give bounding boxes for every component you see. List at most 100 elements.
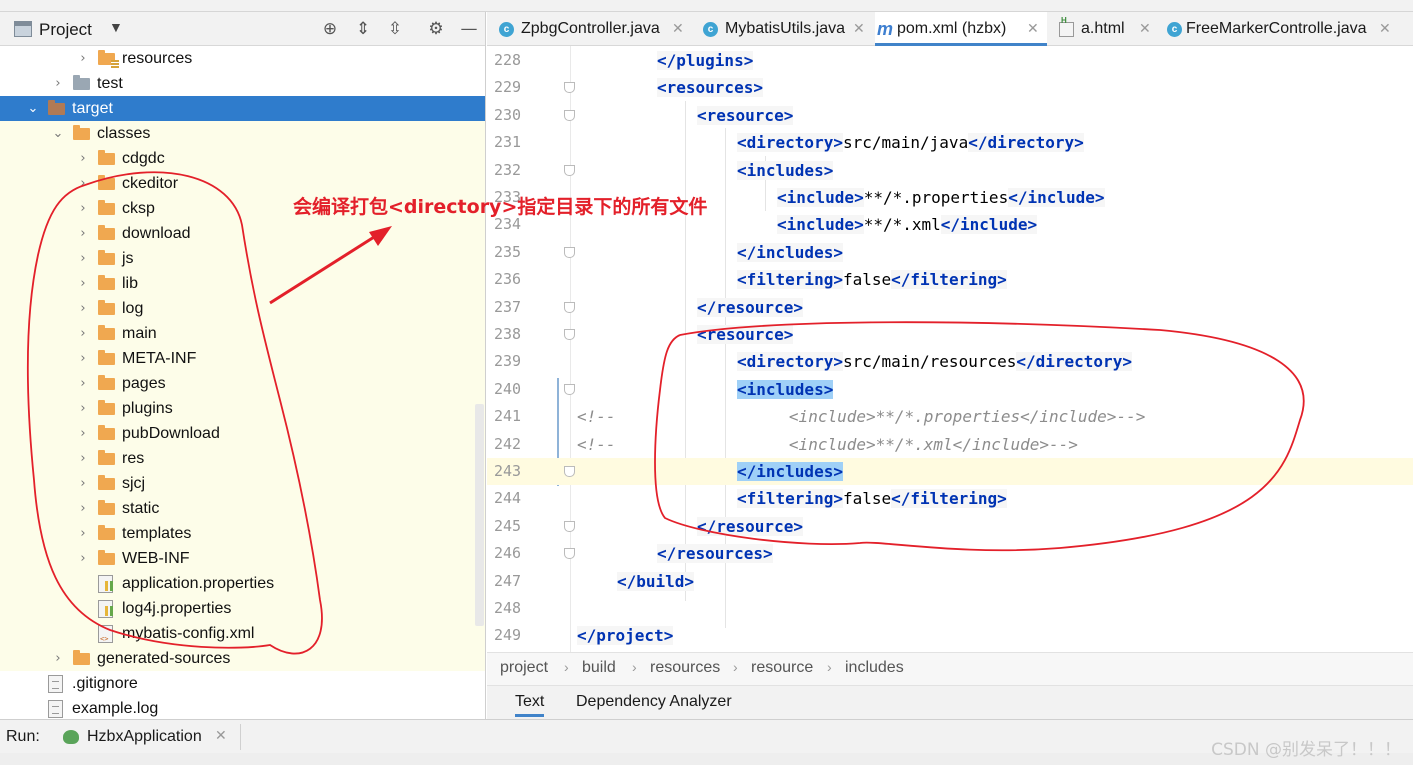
tree-item-gitignore[interactable]: .gitignore [0,671,485,696]
chevron-right-icon[interactable]: › [76,421,90,446]
chevron-right-icon[interactable]: › [76,46,90,71]
chevron-right-icon[interactable]: › [76,171,90,196]
breadcrumb-item[interactable]: resource [751,659,813,677]
tree-item-test[interactable]: › test [0,71,485,96]
code-line[interactable]: 243 </includes> [487,458,1413,485]
tab-dependency-analyzer[interactable]: Dependency Analyzer [576,693,732,711]
locate-icon[interactable]: ⊕ [319,18,341,40]
code-line[interactable]: 246 </resources> [487,540,1413,567]
tree-item-static[interactable]: › static [0,496,485,521]
code-line[interactable]: 239 <directory>src/main/resources</direct… [487,348,1413,375]
code-line[interactable]: 229 <resources> [487,74,1413,101]
tree-item-generated-sources[interactable]: › generated-sources [0,646,485,671]
code-line[interactable]: 238 <resource> [487,321,1413,348]
tab-freemarkercontroller[interactable]: c FreeMarkerControlle.java ✕ [1163,12,1399,46]
chevron-right-icon[interactable]: › [76,521,90,546]
tree-item-cdgdc[interactable]: › cdgdc [0,146,485,171]
close-icon[interactable]: ✕ [1027,12,1039,46]
code-line[interactable]: 231 <directory>src/main/java</directory> [487,129,1413,156]
fold-marker-icon[interactable] [564,82,575,94]
chevron-right-icon[interactable]: › [51,71,65,96]
tree-item-web-inf[interactable]: › WEB-INF [0,546,485,571]
run-tab-hzbxapplication[interactable]: HzbxApplication [87,728,202,746]
fold-marker-icon[interactable] [564,548,575,560]
fold-marker-icon[interactable] [564,466,575,477]
close-icon[interactable]: ✕ [1139,12,1151,46]
chevron-right-icon[interactable]: › [76,471,90,496]
breadcrumb-item[interactable]: includes [845,659,904,677]
tree-item-classes[interactable]: ⌄ classes [0,121,485,146]
chevron-right-icon[interactable]: › [76,146,90,171]
fold-marker-icon[interactable] [564,164,575,176]
chevron-right-icon[interactable]: › [76,371,90,396]
chevron-right-icon[interactable]: › [76,271,90,296]
chevron-down-icon[interactable]: ⌄ [51,121,65,146]
tab-zpbgcontroller[interactable]: c ZpbgController.java ✕ [495,12,695,46]
close-icon[interactable]: ✕ [215,728,227,744]
project-panel-title[interactable]: Project [39,20,92,40]
breadcrumb-item[interactable]: project [500,659,548,677]
fold-marker-icon[interactable] [564,329,575,340]
tree-scrollbar[interactable] [475,404,484,626]
tree-item-plugins[interactable]: › plugins [0,396,485,421]
fold-marker-icon[interactable] [564,301,575,313]
code-line[interactable]: 237 </resource> [487,294,1413,321]
chevron-right-icon[interactable]: › [76,546,90,571]
code-line[interactable]: 242 <!-- <include>**/*.xml</include>--> [487,431,1413,458]
fold-marker-icon[interactable] [564,109,575,121]
chevron-right-icon[interactable]: › [76,396,90,421]
tab-text[interactable]: Text [515,693,545,717]
close-icon[interactable]: ✕ [1379,12,1391,46]
chevron-right-icon[interactable]: › [76,346,90,371]
tree-item-pages[interactable]: › pages [0,371,485,396]
fold-marker-icon[interactable] [564,520,575,532]
code-line[interactable]: 228 </plugins> [487,47,1413,74]
chevron-down-icon[interactable]: ⌄ [26,96,40,121]
expand-all-icon[interactable]: ⇕ [352,18,374,40]
breadcrumb-item[interactable]: build [582,659,616,677]
code-line[interactable]: 247 </build> [487,568,1413,595]
tree-item-resources[interactable]: › resources [0,46,485,71]
tree-item-templates[interactable]: › templates [0,521,485,546]
tab-mybatisutils[interactable]: c MybatisUtils.java ✕ [699,12,869,46]
tree-item-res[interactable]: › res [0,446,485,471]
tree-item-application-properties[interactable]: application.properties [0,571,485,596]
breadcrumb-item[interactable]: resources [650,659,720,677]
code-line[interactable]: 236 <filtering>false</filtering> [487,266,1413,293]
chevron-down-icon[interactable]: ▼ [109,19,123,35]
tree-item-meta-inf[interactable]: › META-INF [0,346,485,371]
gear-icon[interactable]: ⚙ [425,18,447,40]
code-line[interactable]: 230 <resource> [487,102,1413,129]
code-line[interactable]: 244 <filtering>false</filtering> [487,485,1413,512]
code-editor[interactable]: 228 </plugins> 229 <resources> 230 <resource>… [487,46,1413,652]
chevron-right-icon[interactable]: › [76,246,90,271]
code-line[interactable]: 235 </includes> [487,239,1413,266]
tab-a-html[interactable]: a.html ✕ [1055,12,1157,46]
code-line[interactable]: 245 </resource> [487,513,1413,540]
code-line[interactable]: 232 <includes> [487,157,1413,184]
chevron-right-icon[interactable]: › [76,321,90,346]
tab-pom-xml[interactable]: m pom.xml (hzbx) ✕ [875,12,1047,46]
tree-item-download[interactable]: › download [0,221,485,246]
chevron-right-icon[interactable]: › [76,221,90,246]
code-line[interactable]: 248 [487,595,1413,622]
close-icon[interactable]: ✕ [853,12,865,46]
tree-item-target[interactable]: ⌄ target [0,96,485,121]
fold-marker-icon[interactable] [564,383,575,395]
tree-item-mybatis-config-xml[interactable]: mybatis-config.xml [0,621,485,646]
tree-item-example-log[interactable]: example.log [0,696,485,719]
hide-icon[interactable]: — [458,18,480,40]
code-line[interactable]: 240 <includes> [487,376,1413,403]
code-line[interactable]: 241 <!-- <include>**/*.properties</includ… [487,403,1413,430]
fold-marker-icon[interactable] [564,246,575,258]
chevron-right-icon[interactable]: › [76,446,90,471]
tree-item-lib[interactable]: › lib [0,271,485,296]
tree-item-sjcj[interactable]: › sjcj [0,471,485,496]
tree-item-log4j-properties[interactable]: log4j.properties [0,596,485,621]
chevron-right-icon[interactable]: › [76,296,90,321]
chevron-right-icon[interactable]: › [76,196,90,221]
close-icon[interactable]: ✕ [672,12,684,46]
collapse-all-icon[interactable]: ⇳ [384,18,406,40]
tree-item-main[interactable]: › main [0,321,485,346]
chevron-right-icon[interactable]: › [51,646,65,671]
